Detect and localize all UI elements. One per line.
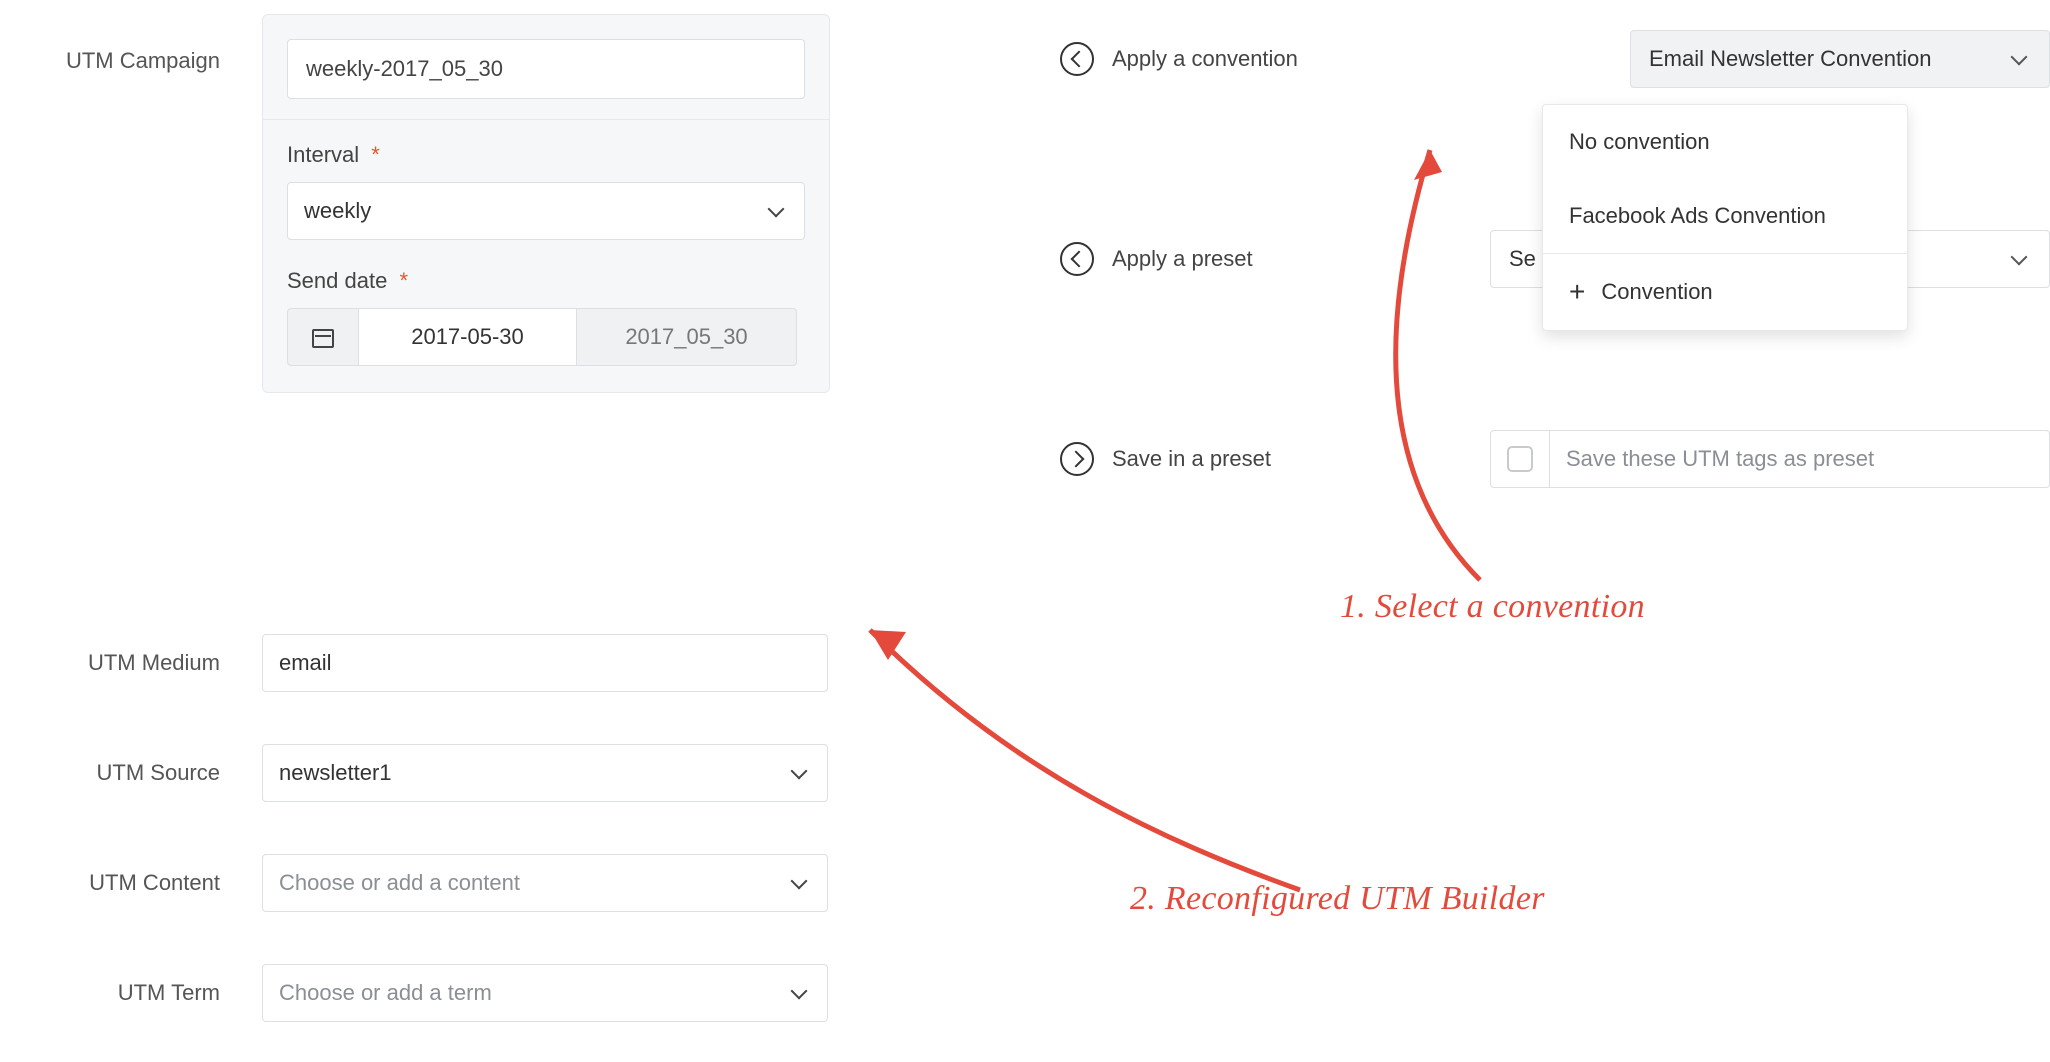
save-preset-input[interactable]: Save these UTM tags as preset <box>1550 430 2050 488</box>
convention-option-facebook-ads[interactable]: Facebook Ads Convention <box>1543 179 1907 253</box>
interval-label: Interval * <box>287 142 805 168</box>
annotation-arrow-1 <box>1330 110 1540 590</box>
chevron-down-icon <box>768 201 788 221</box>
utm-content-label: UTM Content <box>0 870 226 896</box>
utm-content-placeholder: Choose or add a content <box>279 870 520 896</box>
arrow-right-circle-icon <box>1060 442 1094 476</box>
utm-medium-input[interactable]: email <box>262 634 828 692</box>
send-date-label-text: Send date <box>287 268 387 293</box>
save-preset-checkbox[interactable] <box>1490 430 1550 488</box>
chevron-down-icon <box>2011 249 2031 269</box>
calendar-icon <box>312 326 334 348</box>
annotation-step2: 2. Reconfigured UTM Builder <box>1130 880 1545 918</box>
send-date-display: 2017_05_30 <box>577 308 797 366</box>
chevron-down-icon <box>2011 49 2031 69</box>
save-preset-placeholder: Save these UTM tags as preset <box>1566 446 1874 472</box>
send-date-label: Send date * <box>287 268 805 294</box>
convention-dropdown-menu: No convention Facebook Ads Convention + … <box>1542 104 1908 331</box>
apply-convention-row: Apply a convention Email Newsletter Conv… <box>1060 30 2050 88</box>
save-preset-row: Save in a preset Save these UTM tags as … <box>1060 430 2050 488</box>
interval-value: weekly <box>304 182 371 240</box>
send-date-input[interactable]: 2017-05-30 <box>359 308 577 366</box>
interval-label-text: Interval <box>287 142 359 167</box>
chevron-down-icon <box>791 873 811 893</box>
utm-source-value: newsletter1 <box>279 760 392 786</box>
utm-term-label: UTM Term <box>0 980 226 1006</box>
add-convention-label: Convention <box>1601 279 1712 305</box>
annotation-arrow-2 <box>840 580 1340 920</box>
interval-select[interactable]: weekly <box>287 182 805 240</box>
utm-campaign-panel: weekly-2017_05_30 Interval * weekly Send… <box>262 14 830 393</box>
add-convention-item[interactable]: + Convention <box>1543 253 1907 330</box>
utm-campaign-label: UTM Campaign <box>0 48 226 74</box>
chevron-down-icon <box>791 763 811 783</box>
utm-content-select[interactable]: Choose or add a content <box>262 854 828 912</box>
annotation-step1: 1. Select a convention <box>1340 588 1645 626</box>
apply-convention-select[interactable]: Email Newsletter Convention <box>1630 30 2050 88</box>
utm-source-select[interactable]: newsletter1 <box>262 744 828 802</box>
required-marker: * <box>399 268 408 293</box>
apply-convention-label: Apply a convention <box>1112 46 1372 72</box>
utm-campaign-value[interactable]: weekly-2017_05_30 <box>287 39 805 99</box>
plus-icon: + <box>1569 278 1585 306</box>
utm-source-label: UTM Source <box>0 760 226 786</box>
required-marker: * <box>371 142 380 167</box>
convention-option-none[interactable]: No convention <box>1543 105 1907 179</box>
arrow-left-circle-icon <box>1060 242 1094 276</box>
utm-term-placeholder: Choose or add a term <box>279 980 492 1006</box>
calendar-button[interactable] <box>287 308 359 366</box>
send-date-row: 2017-05-30 2017_05_30 <box>287 308 805 366</box>
apply-preset-value: Se <box>1509 246 1536 272</box>
apply-preset-label: Apply a preset <box>1112 246 1372 272</box>
apply-convention-value: Email Newsletter Convention <box>1649 46 1931 72</box>
save-preset-group: Save these UTM tags as preset <box>1490 430 2050 488</box>
utm-medium-value: email <box>279 650 332 676</box>
save-preset-label: Save in a preset <box>1112 446 1372 472</box>
send-date-value: 2017-05-30 <box>411 324 524 350</box>
utm-term-select[interactable]: Choose or add a term <box>262 964 828 1022</box>
utm-medium-label: UTM Medium <box>0 650 226 676</box>
arrow-left-circle-icon <box>1060 42 1094 76</box>
chevron-down-icon <box>791 983 811 1003</box>
